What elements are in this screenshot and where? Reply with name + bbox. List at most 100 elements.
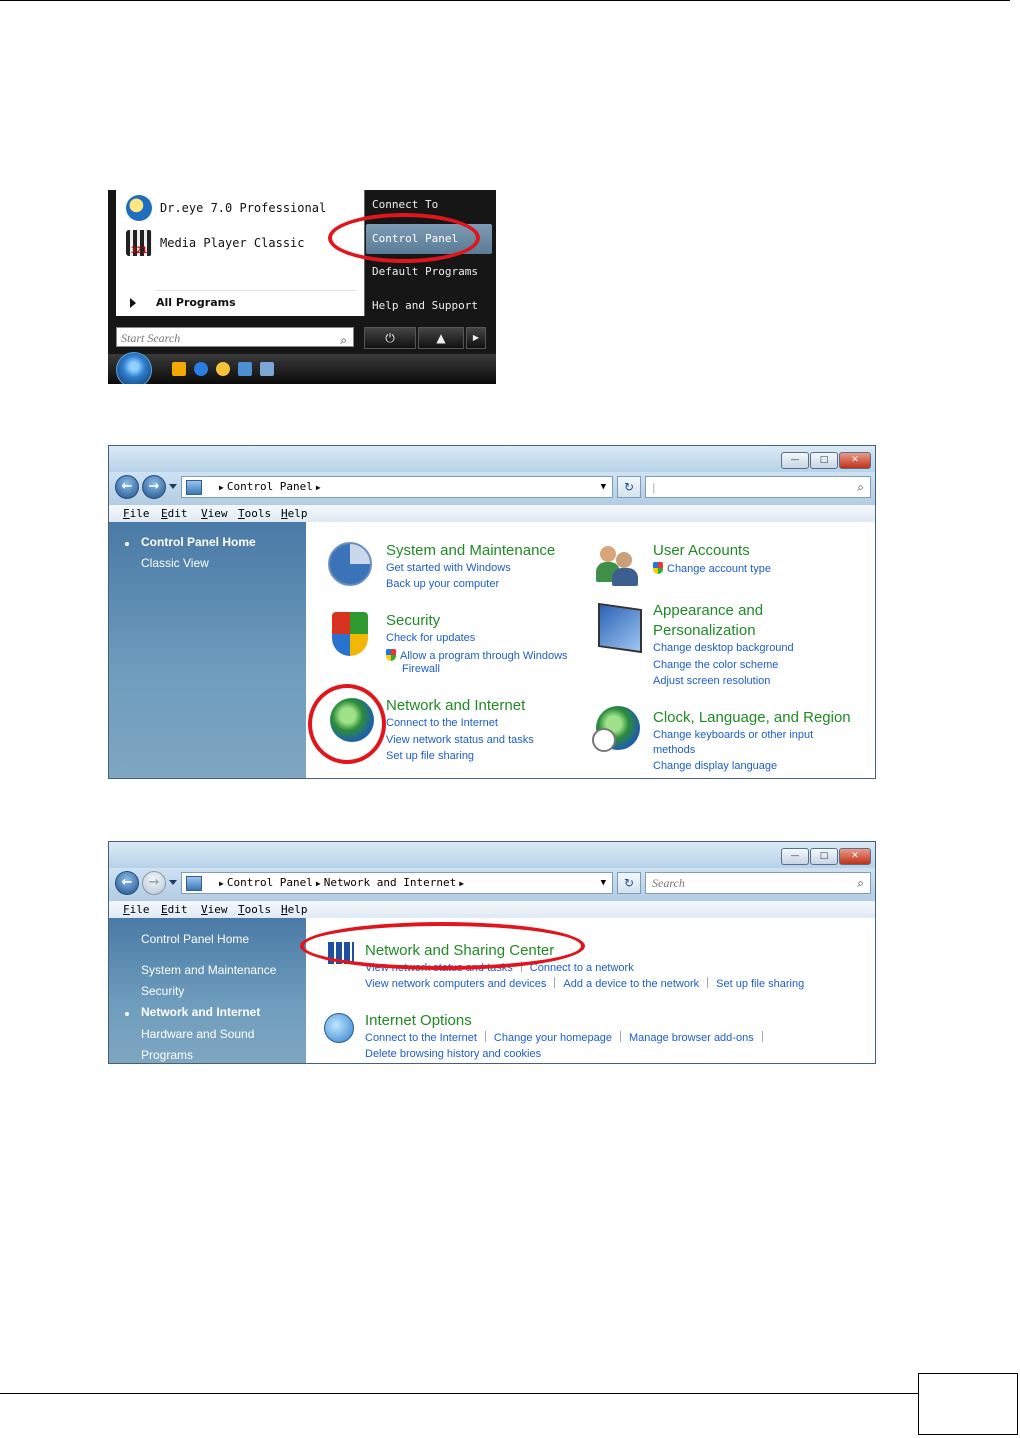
link-change-keyboards-cont[interactable]: methods — [653, 744, 695, 756]
program-label: Media Player Classic — [160, 236, 305, 250]
link-change-homepage[interactable]: Change your homepage — [494, 1032, 612, 1044]
start-search-input[interactable]: Start Search ⌕ — [116, 327, 354, 347]
forward-button[interactable]: → — [142, 871, 166, 895]
power-button[interactable]: ⏻ — [364, 327, 416, 349]
breadcrumb-item[interactable]: Network and Internet — [324, 876, 456, 889]
sidebar-item-control-panel-home[interactable]: Control Panel Home — [141, 932, 249, 946]
link-adjust-screen-resolution[interactable]: Adjust screen resolution — [653, 675, 770, 687]
lock-button[interactable]: ▲ — [418, 327, 464, 349]
sidebar-item-programs[interactable]: Programs — [141, 1048, 193, 1062]
link-change-account-type[interactable]: Change account type — [653, 562, 771, 575]
sidebar-item-system-maintenance[interactable]: System and Maintenance — [141, 963, 276, 977]
link-check-for-updates[interactable]: Check for updates — [386, 632, 475, 644]
link-view-network-computers[interactable]: View network computers and devices — [365, 978, 546, 990]
link-set-up-file-sharing[interactable]: Set up file sharing — [716, 978, 804, 990]
menu-view[interactable]: View — [201, 901, 228, 919]
search-icon[interactable]: ⌕ — [340, 330, 347, 350]
back-button[interactable]: ← — [115, 475, 139, 499]
category-clock-language-region[interactable]: Clock, Language, and Region — [653, 709, 851, 726]
search-input[interactable]: | ⌕ — [645, 476, 871, 498]
forward-button[interactable]: → — [142, 475, 166, 499]
category-network-and-internet[interactable]: Network and Internet — [386, 697, 525, 714]
sidebar-item-hardware-sound[interactable]: Hardware and Sound — [141, 1027, 254, 1041]
show-desktop-icon[interactable] — [238, 362, 252, 376]
control-panel-window: — □ ✕ ← → ▶ Control Panel ▶ ▼ ↻ | ⌕ File E… — [108, 445, 876, 779]
taskbar — [108, 352, 496, 384]
link-change-keyboards[interactable]: Change keyboards or other input — [653, 729, 813, 741]
category-user-accounts[interactable]: User Accounts — [653, 542, 750, 559]
menu-view[interactable]: View — [201, 505, 228, 523]
link-manage-add-ons[interactable]: Manage browser add-ons — [629, 1032, 754, 1044]
close-button[interactable]: ✕ — [839, 452, 871, 469]
menu-edit[interactable]: Edit — [161, 901, 188, 919]
maximize-button[interactable]: □ — [810, 452, 838, 469]
link-connect-to-network[interactable]: Connect to a network — [530, 962, 634, 974]
address-bar[interactable]: ▶ Control Panel ▶ Network and Internet ▶ ▼ — [181, 872, 613, 894]
category-appearance-line2[interactable]: Personalization — [653, 622, 756, 639]
refresh-button[interactable]: ↻ — [617, 872, 641, 894]
link-change-color-scheme[interactable]: Change the color scheme — [653, 659, 778, 671]
breadcrumb-item[interactable]: Control Panel — [227, 480, 313, 493]
link-delete-browsing-history[interactable]: Delete browsing history and cookies — [365, 1048, 541, 1060]
all-programs-button[interactable]: All Programs — [130, 296, 236, 309]
sidebar-item-control-panel-home[interactable]: Control Panel Home — [141, 535, 256, 549]
sidebar: Control Panel Home Classic View — [109, 522, 306, 778]
recent-pages-dropdown[interactable] — [169, 880, 177, 885]
minimize-button[interactable]: — — [781, 848, 809, 865]
close-button[interactable]: ✕ — [839, 848, 871, 865]
power-options-arrow[interactable]: ▶ — [466, 327, 486, 349]
menu-item-help-and-support[interactable]: Help and Support — [366, 291, 492, 321]
address-bar[interactable]: ▶ Control Panel ▶ ▼ — [181, 476, 613, 498]
link-change-display-language[interactable]: Change display language — [653, 760, 777, 772]
recent-pages-dropdown[interactable] — [169, 484, 177, 489]
chevron-right-icon[interactable]: ▶ — [316, 483, 321, 492]
chevron-right-icon[interactable]: ▶ — [219, 879, 224, 888]
menu-help[interactable]: Help — [281, 505, 308, 523]
address-dropdown-icon[interactable]: ▼ — [601, 873, 606, 893]
link-connect-to-internet[interactable]: Connect to the Internet — [386, 717, 498, 729]
link-back-up[interactable]: Back up your computer — [386, 578, 499, 590]
divider — [554, 977, 556, 988]
internet-options-link[interactable]: Internet Options — [365, 1012, 472, 1029]
chevron-right-icon[interactable]: ▶ — [459, 879, 464, 888]
switch-windows-icon[interactable] — [260, 362, 274, 376]
internet-explorer-icon[interactable] — [194, 362, 208, 376]
menu-tools[interactable]: Tools — [238, 901, 271, 919]
chevron-right-icon[interactable]: ▶ — [316, 879, 321, 888]
divider — [619, 1031, 621, 1042]
messenger-icon[interactable] — [216, 362, 230, 376]
menu-tools[interactable]: Tools — [238, 505, 271, 523]
program-dreye[interactable]: Dr.eye 7.0 Professional — [126, 193, 326, 223]
back-button[interactable]: ← — [115, 871, 139, 895]
category-security[interactable]: Security — [386, 612, 440, 629]
category-system-and-maintenance[interactable]: System and Maintenance — [386, 542, 555, 559]
menu-file[interactable]: File — [123, 901, 150, 919]
link-add-device[interactable]: Add a device to the network — [563, 978, 699, 990]
sidebar-item-network-internet[interactable]: Network and Internet — [141, 1005, 260, 1019]
link-set-up-file-sharing[interactable]: Set up file sharing — [386, 750, 474, 762]
menu-help[interactable]: Help — [281, 901, 308, 919]
chevron-right-icon[interactable]: ▶ — [219, 483, 224, 492]
search-input[interactable]: Search ⌕ — [645, 872, 871, 894]
media-player-icon[interactable] — [172, 362, 186, 376]
program-media-player-classic[interactable]: 321 Media Player Classic — [126, 228, 305, 258]
link-change-desktop-background[interactable]: Change desktop background — [653, 642, 794, 654]
link-allow-program-firewall-cont[interactable]: Firewall — [402, 663, 440, 675]
link-connect-to-internet[interactable]: Connect to the Internet — [365, 1032, 477, 1044]
category-appearance[interactable]: Appearance and — [653, 602, 763, 619]
link-view-network-status[interactable]: View network status and tasks — [386, 734, 534, 746]
menu-edit[interactable]: Edit — [161, 505, 188, 523]
address-dropdown-icon[interactable]: ▼ — [601, 477, 606, 497]
maximize-button[interactable]: □ — [810, 848, 838, 865]
search-icon[interactable]: ⌕ — [857, 477, 864, 497]
refresh-button[interactable]: ↻ — [617, 476, 641, 498]
minimize-button[interactable]: — — [781, 452, 809, 469]
breadcrumb-item[interactable]: Control Panel — [227, 876, 313, 889]
search-icon[interactable]: ⌕ — [857, 873, 864, 893]
menu-file[interactable]: File — [123, 505, 150, 523]
sidebar-item-classic-view[interactable]: Classic View — [141, 556, 209, 570]
link-get-started[interactable]: Get started with Windows — [386, 562, 511, 574]
sidebar-item-security[interactable]: Security — [141, 984, 184, 998]
link-allow-program-firewall[interactable]: Allow a program through Windows — [386, 649, 568, 662]
start-orb-button[interactable] — [116, 352, 152, 384]
